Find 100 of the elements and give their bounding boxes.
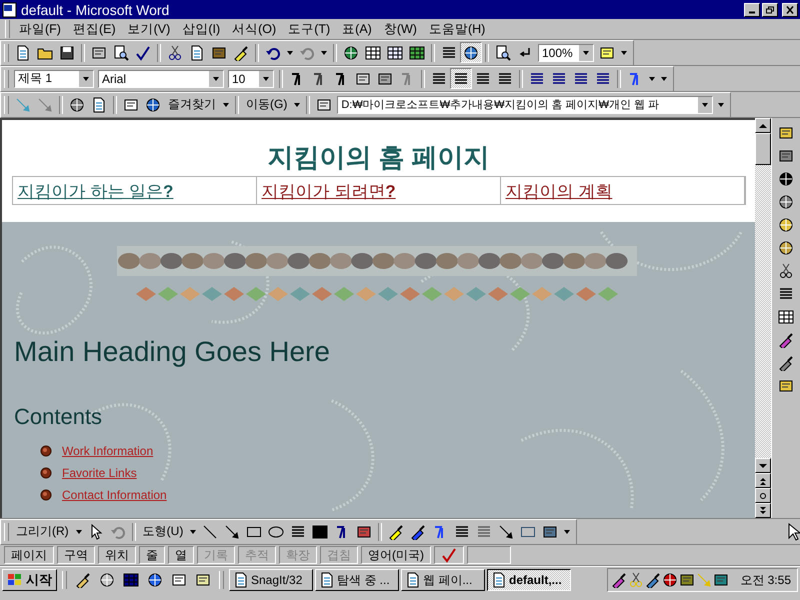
new-document-icon[interactable] [15,44,31,60]
line-tool-icon[interactable] [202,524,218,540]
align-center-icon[interactable] [453,70,469,86]
taskbar-button[interactable]: default,... [487,569,571,591]
arrow-tool-icon[interactable] [224,524,240,540]
spelling-check-icon[interactable] [135,44,151,60]
dropdown-arrow-icon[interactable] [263,76,269,80]
app-window-icon[interactable] [405,572,421,588]
dropdown-arrow-icon[interactable] [702,102,708,106]
align-justify-icon[interactable] [431,70,447,86]
dropdown-arrow-icon[interactable] [583,50,589,54]
nav-link[interactable]: 지킴이가 하는 일은? [18,182,174,201]
taskbar-button[interactable]: 웹 페이... [401,569,485,591]
vertical-scrollbar[interactable] [755,118,772,518]
style-combo[interactable]: 제목 1 [14,70,94,88]
nav-link[interactable]: 지킴이의 계획 [506,182,612,201]
status-field: 겹침 [320,546,358,564]
status-field: 페이지 [4,546,54,564]
previous-page-icon [759,476,768,484]
font-combo[interactable]: Arial [98,70,224,88]
go-menu[interactable]: 이동(G) [242,96,292,113]
restore-icon [766,6,774,14]
arrow-style-icon[interactable] [498,524,514,540]
draw-menu[interactable]: 그리기(R) [12,523,73,540]
menu-item[interactable]: 도움말(H) [422,20,492,38]
status-field: 열 [168,546,194,564]
next-page-icon [759,506,768,514]
restore-button[interactable] [762,2,778,16]
menu-item[interactable]: 표(A) [336,20,378,38]
zoom-combo[interactable]: 100% [538,44,594,62]
line-color-icon[interactable] [410,524,426,540]
dash-style-icon[interactable] [476,524,492,540]
fill-color-icon[interactable] [388,524,404,540]
copy-icon[interactable] [189,44,205,60]
nav-link[interactable]: 지킴이가 되려면? [262,182,396,201]
app-window-icon[interactable] [233,572,249,588]
dropdown-arrow-icon[interactable] [321,50,327,54]
decrease-indent-icon[interactable] [573,70,589,86]
taskbar-button[interactable]: 탐색 중 ... [315,569,399,591]
format-painter-icon[interactable] [233,44,249,60]
dropdown-arrow-icon[interactable] [83,76,89,80]
browser-globe-icon[interactable] [147,572,163,588]
scroll-thumb[interactable] [755,133,772,165]
dropdown-arrow-icon[interactable] [294,102,300,106]
taskbar-button[interactable]: SnagIt/32 [229,569,313,591]
menu-item[interactable]: 보기(V) [122,20,176,38]
line-weight-icon[interactable] [454,524,470,540]
distribute-align-icon[interactable] [497,70,513,86]
dropdown-arrow-icon[interactable] [621,50,627,54]
start-button[interactable]: 시작 [2,569,57,591]
dropdown-arrow-icon[interactable] [190,530,196,534]
menu-item[interactable]: 편집(E) [66,20,122,38]
autoshapes-menu[interactable]: 도형(U) [138,523,188,540]
menu-item[interactable]: 삽입(I) [176,20,226,38]
bullets-icon[interactable] [551,70,567,86]
dropdown-arrow-icon[interactable] [287,50,293,54]
shading-character-icon[interactable] [377,70,393,86]
dropdown-arrow-icon[interactable] [718,102,724,106]
web-toolbar-icon[interactable] [463,44,479,60]
print-preview-icon[interactable] [113,44,129,60]
border-character-icon[interactable] [355,70,371,86]
increase-indent-icon[interactable] [595,70,611,86]
window-title: default - Microsoft Word [21,2,170,18]
status-field: 영어(미국) [361,546,431,564]
scissors-icon[interactable] [167,44,183,60]
spreadsheet-icon[interactable] [409,44,425,60]
text-box-icon[interactable] [290,524,306,540]
menu-item[interactable]: 서식(O) [226,20,282,38]
dropdown-arrow-icon[interactable] [564,530,570,534]
line-style-icon[interactable] [778,286,794,302]
tables-borders-icon[interactable] [365,44,381,60]
numbering-icon[interactable] [529,70,545,86]
pen-icon[interactable] [611,572,628,588]
search-web-icon[interactable] [145,96,161,112]
page-title: 지킴이의 홈 페이지 [267,141,490,174]
favorites-menu[interactable]: 즐겨찾기 [164,96,220,113]
document-map-icon[interactable] [495,44,511,60]
app-window-icon[interactable] [491,572,507,588]
dropdown-arrow-icon[interactable] [223,102,229,106]
font-size-combo[interactable]: 10 [228,70,274,88]
word-document-icon [2,2,18,18]
columns-icon[interactable] [441,44,457,60]
oval-tool-icon[interactable] [268,524,284,540]
insert-table-icon[interactable] [387,44,403,60]
status-field: 추적 [238,546,276,564]
address-field[interactable]: D:₩마이크로소프트₩추가내용₩지킴이의 홈 페이지₩개인 웹 파 [337,96,714,114]
minimize-button[interactable] [744,2,760,16]
window-icon[interactable] [171,572,187,588]
menu-item[interactable]: 도구(T) [282,20,336,38]
status-field: 위치 [98,546,136,564]
menu-item[interactable]: 창(W) [378,20,423,38]
dropdown-arrow-icon[interactable] [76,530,82,534]
select-browse-object-icon [759,492,768,500]
app-window-icon[interactable] [319,572,335,588]
align-right-icon[interactable] [475,70,491,86]
dropdown-arrow-icon[interactable] [213,76,219,80]
windows-flag-icon [7,572,23,588]
globe-link-icon[interactable] [343,44,359,60]
menu-item[interactable]: 파일(F) [13,20,67,38]
close-button[interactable] [782,2,798,16]
